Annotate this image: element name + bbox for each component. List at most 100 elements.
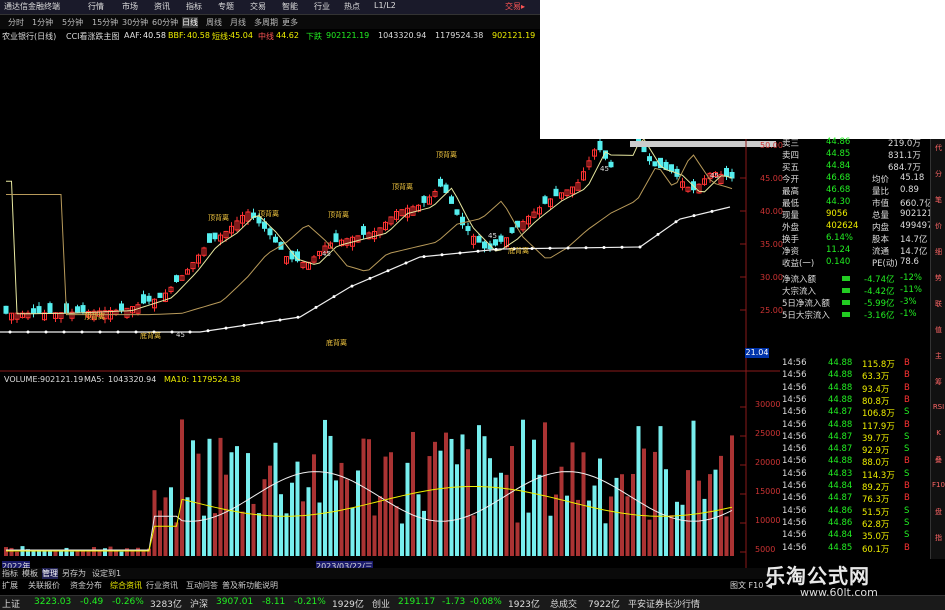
volume-bar xyxy=(268,465,272,556)
quote-value: 9056 xyxy=(826,209,848,219)
side-tab[interactable]: 联 xyxy=(932,299,945,310)
support-dot xyxy=(674,220,678,224)
period-30min[interactable]: 30分钟 xyxy=(122,17,148,28)
period-daily[interactable]: 日线 xyxy=(182,17,198,28)
link-industry-news[interactable]: 行业资讯 xyxy=(146,580,178,591)
tab-indicator[interactable]: 指标 xyxy=(2,568,18,579)
quote-value2: -12% xyxy=(900,273,922,283)
tab-manage[interactable]: 管理 xyxy=(42,568,58,579)
menu-news[interactable]: 资讯 xyxy=(154,1,170,12)
side-tab[interactable]: 分 xyxy=(932,169,945,180)
tick-volume: 88.0万 xyxy=(862,458,890,469)
candle-body xyxy=(449,196,454,204)
period-weekly[interactable]: 周线 xyxy=(206,17,222,28)
side-tab[interactable]: K xyxy=(932,429,945,440)
tick-row: 14:56 44.84 35.0万 S xyxy=(780,530,930,542)
volume-bar xyxy=(400,523,404,556)
menu-industry[interactable]: 行业 xyxy=(314,1,330,12)
side-tab[interactable]: 主 xyxy=(932,351,945,362)
quote-value: -5.99亿 xyxy=(864,299,895,309)
tick-row: 14:56 44.84 89.2万 B xyxy=(780,481,930,493)
side-tab[interactable]: 值 xyxy=(932,325,945,336)
volume-bar xyxy=(125,548,129,556)
menu-hot[interactable]: 热点 xyxy=(344,1,360,12)
period-5min[interactable]: 5分钟 xyxy=(62,17,83,28)
candle-body xyxy=(119,303,124,311)
tick-time: 14:56 xyxy=(782,370,807,381)
menu-quotes[interactable]: 行情 xyxy=(88,1,104,12)
quote-volume: 684.7万 xyxy=(888,163,921,173)
period-more[interactable]: 更多 xyxy=(282,17,298,28)
side-tab[interactable]: 代 xyxy=(932,143,945,154)
side-tab[interactable]: F10 xyxy=(932,481,945,492)
annotation: 底背离 xyxy=(326,339,347,347)
side-tab[interactable]: 盘 xyxy=(932,507,945,518)
side-tab[interactable]: 筹 xyxy=(932,377,945,388)
short-value: 45.04 xyxy=(230,31,253,40)
side-tab[interactable]: 势 xyxy=(932,273,945,284)
tab-set-to[interactable]: 设定到1 xyxy=(92,568,121,579)
side-tab[interactable]: 叠 xyxy=(932,455,945,466)
menu-trade[interactable]: 交易 xyxy=(250,1,266,12)
menu-trade-right[interactable]: 交易▸ xyxy=(505,1,525,12)
volume-bar xyxy=(471,515,476,556)
side-tab[interactable]: RSI xyxy=(932,403,945,414)
tick-direction: B xyxy=(904,419,910,430)
top-right-highlight xyxy=(630,141,776,147)
period-60min[interactable]: 60分钟 xyxy=(152,17,178,28)
quote-key: 5日净流入额 xyxy=(782,299,830,309)
candle-body xyxy=(207,233,212,243)
candle-body xyxy=(669,164,674,172)
blank-area xyxy=(540,0,945,139)
tick-row: 14:56 44.87 92.9万 S xyxy=(780,444,930,456)
period-monthly[interactable]: 月线 xyxy=(230,17,246,28)
aaf-value: 40.58 xyxy=(143,31,166,40)
period-15min[interactable]: 15分钟 xyxy=(92,17,118,28)
period-multi[interactable]: 多周期 xyxy=(254,17,278,28)
support-dot xyxy=(476,249,480,253)
volume-bar xyxy=(75,551,80,556)
quote-row: 大宗流入 -4.42亿 -11% xyxy=(780,285,945,297)
menu-l1l2[interactable]: L1/L2 xyxy=(374,1,396,10)
quote-key: 卖三 xyxy=(782,139,800,149)
main-chart[interactable] xyxy=(0,139,780,569)
tick-direction: B xyxy=(904,382,910,393)
support-dot xyxy=(440,253,444,257)
tab-save-as[interactable]: 另存为 xyxy=(62,568,86,579)
tick-volume: 117.9万 xyxy=(862,421,895,432)
period-1min[interactable]: 1分钟 xyxy=(32,17,53,28)
side-tab[interactable]: 价 xyxy=(932,221,945,232)
quote-key: 现量 xyxy=(782,211,800,221)
link-new-features[interactable]: 普及新功能说明 xyxy=(222,580,278,591)
link-expand[interactable]: 扩展 xyxy=(2,580,18,591)
menu-indicators[interactable]: 指标 xyxy=(186,1,202,12)
volume-bar xyxy=(290,482,294,556)
quote-value: 44.30 xyxy=(826,197,851,207)
link-news[interactable]: 综合资讯 xyxy=(110,580,142,591)
menu-topics[interactable]: 专题 xyxy=(218,1,234,12)
tick-direction: S xyxy=(904,431,910,442)
volume-bar xyxy=(526,512,531,556)
tab-template[interactable]: 模板 xyxy=(22,568,38,579)
candle-body xyxy=(724,168,729,177)
volume-bar xyxy=(328,435,333,556)
link-fund-flow[interactable]: 资金分布 xyxy=(70,580,102,591)
link-related[interactable]: 关联报价 xyxy=(28,580,60,591)
volume-bar xyxy=(702,498,707,556)
candle-body xyxy=(553,188,559,197)
support-dot xyxy=(656,232,660,236)
period-intraday[interactable]: 分时 xyxy=(8,17,24,28)
link-qa[interactable]: 互动问答 xyxy=(186,580,218,591)
support-line xyxy=(0,206,731,333)
tick-direction: S xyxy=(904,517,910,528)
side-tab[interactable]: 笔 xyxy=(932,195,945,206)
side-tab[interactable]: 指 xyxy=(932,533,945,544)
menu-smart[interactable]: 智能 xyxy=(282,1,298,12)
support-dot xyxy=(134,330,138,334)
support-dot xyxy=(116,330,120,334)
side-tab[interactable]: 细 xyxy=(932,247,945,258)
stock-name: 农业银行(日线) xyxy=(2,32,57,41)
menu-market[interactable]: 市场 xyxy=(122,1,138,12)
quote-key: 今开 xyxy=(782,175,800,185)
quote-value: -3.16亿 xyxy=(864,311,895,321)
